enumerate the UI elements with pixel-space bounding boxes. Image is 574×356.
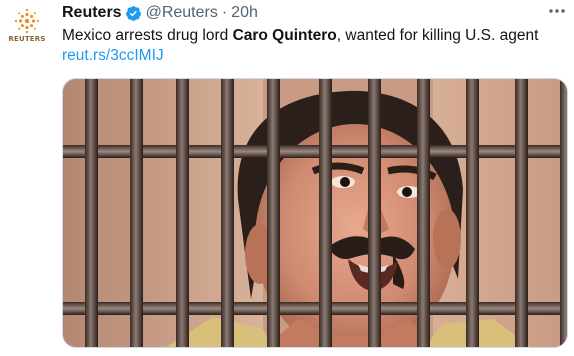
user-handle[interactable]: @Reuters bbox=[146, 3, 218, 23]
tweet-card[interactable]: REUTERS Reuters @Reuters · 20h Mexico ar… bbox=[0, 0, 574, 356]
more-options-button[interactable] bbox=[546, 2, 568, 20]
tweet-text-bold: Caro Quintero bbox=[232, 27, 337, 44]
more-options-icon bbox=[549, 9, 565, 13]
display-name[interactable]: Reuters bbox=[62, 3, 122, 23]
tweet-text-lead: Mexico arrests drug lord bbox=[62, 27, 233, 44]
reuters-logo-icon bbox=[14, 8, 40, 34]
avatar-brand-text: REUTERS bbox=[8, 35, 46, 43]
timestamp[interactable]: 20h bbox=[231, 3, 258, 23]
tweet-photo[interactable] bbox=[62, 78, 568, 348]
verified-badge-icon bbox=[125, 5, 141, 21]
tweet-text-tail: , wanted for killing U.S. agent bbox=[336, 27, 539, 44]
tweet-text: Mexico arrests drug lord Caro Quintero, … bbox=[62, 25, 567, 46]
tweet-header: Reuters @Reuters · 20h bbox=[62, 3, 258, 23]
separator-dot: · bbox=[221, 4, 228, 21]
tweet-link[interactable]: reut.rs/3ccIMIJ bbox=[62, 45, 164, 66]
prisoner-behind-bars-photo bbox=[63, 79, 567, 347]
avatar[interactable]: REUTERS bbox=[6, 8, 48, 48]
